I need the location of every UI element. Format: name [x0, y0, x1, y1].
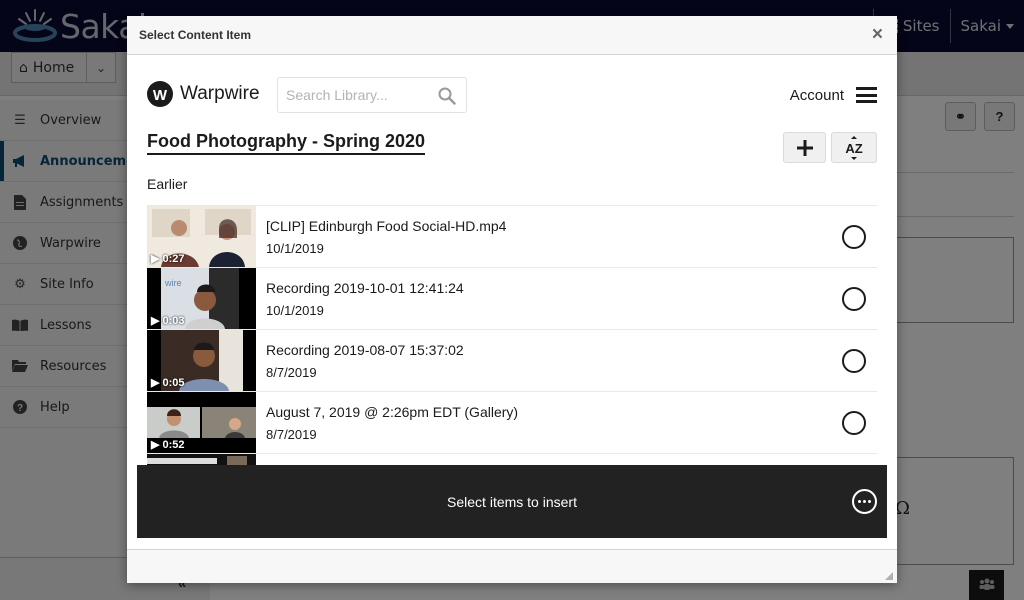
item-date: 10/1/2019 — [266, 303, 324, 318]
account-link[interactable]: Account — [790, 87, 844, 104]
insert-bar: Select items to insert — [137, 465, 887, 538]
select-item-radio[interactable] — [842, 349, 866, 373]
video-thumbnail[interactable]: ▶ 0:05 — [147, 330, 256, 391]
video-thumbnail[interactable]: wire ▶ 0:03 — [147, 268, 256, 329]
sort-az-icon: AZ — [845, 135, 863, 160]
item-title[interactable]: Recording 2019-08-07 15:37:02 — [266, 342, 464, 358]
close-icon[interactable]: × — [872, 25, 883, 45]
svg-text:wire: wire — [164, 278, 182, 288]
warpwire-brand-name: Warpwire — [180, 83, 260, 104]
search-icon[interactable] — [438, 87, 456, 110]
video-thumbnail[interactable]: ▶ 0:27 — [147, 206, 256, 267]
item-details: Recording 2019-08-07 15:37:02 8/7/2019 — [266, 330, 464, 391]
list-item[interactable]: ▶ 0:52 August 7, 2019 @ 2:26pm EDT (Gall… — [147, 392, 877, 454]
list-item[interactable]: wire ▶ 0:03 Recording 2019-10-01 12:41:2… — [147, 268, 877, 330]
insert-bar-label: Select items to insert — [447, 493, 577, 510]
select-item-radio[interactable] — [842, 411, 866, 435]
select-item-radio[interactable] — [842, 287, 866, 311]
item-date: 8/7/2019 — [266, 365, 317, 380]
dialog-footer — [127, 549, 897, 583]
plus-icon — [796, 139, 813, 156]
item-details: August 7, 2019 @ 2:26pm EDT (Gallery) 8/… — [266, 392, 518, 453]
warpwire-logo[interactable]: W Warpwire — [147, 81, 260, 107]
item-date: 10/1/2019 — [266, 241, 324, 256]
item-title[interactable]: [CLIP] Edinburgh Food Social-HD.mp4 — [266, 218, 506, 234]
add-button[interactable] — [783, 132, 826, 163]
item-details: Recording 2019-10-01 12:41:24 10/1/2019 — [266, 268, 464, 329]
video-duration: ▶ 0:03 — [151, 315, 185, 327]
dialog-title: Select Content Item — [139, 28, 252, 42]
select-item-radio[interactable] — [842, 225, 866, 249]
list-item[interactable]: ▶ 0:27 [CLIP] Edinburgh Food Social-HD.m… — [147, 206, 877, 268]
item-title[interactable]: Recording 2019-10-01 12:41:24 — [266, 280, 464, 296]
list-item[interactable]: ▶ 0:05 Recording 2019-08-07 15:37:02 8/7… — [147, 330, 877, 392]
video-duration: ▶ 0:52 — [151, 439, 185, 451]
sort-button[interactable]: AZ — [831, 132, 877, 163]
more-options-icon[interactable] — [852, 489, 877, 514]
item-date: 8/7/2019 — [266, 427, 317, 442]
dialog-header: Select Content Item × — [127, 16, 897, 55]
library-title[interactable]: Food Photography - Spring 2020 — [147, 131, 426, 155]
warpwire-header: W Warpwire Account — [147, 77, 877, 115]
warpwire-logo-icon: W — [147, 81, 173, 107]
search-library-input[interactable] — [286, 78, 436, 112]
video-duration: ▶ 0:05 — [151, 377, 185, 389]
hamburger-menu-icon[interactable] — [856, 87, 877, 103]
svg-text:AZ: AZ — [845, 141, 862, 156]
resize-handle-icon[interactable] — [885, 572, 893, 580]
item-title[interactable]: August 7, 2019 @ 2:26pm EDT (Gallery) — [266, 404, 518, 420]
section-label: Earlier — [147, 176, 188, 192]
media-list: ▶ 0:27 [CLIP] Edinburgh Food Social-HD.m… — [147, 205, 877, 467]
search-library-box — [277, 77, 467, 113]
item-details: [CLIP] Edinburgh Food Social-HD.mp4 10/1… — [266, 206, 506, 267]
select-content-item-dialog: Select Content Item × W Warpwire Account… — [127, 16, 897, 583]
video-thumbnail[interactable]: ▶ 0:52 — [147, 392, 256, 453]
video-duration: ▶ 0:27 — [151, 253, 185, 265]
